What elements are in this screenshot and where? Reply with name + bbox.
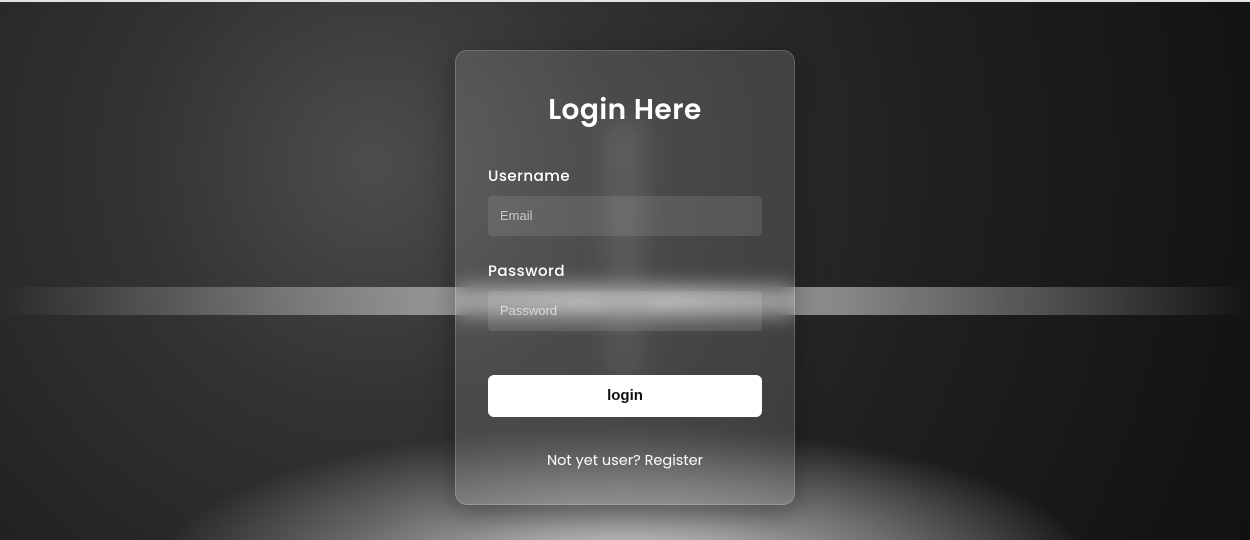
login-button[interactable]: login xyxy=(488,375,762,417)
username-label: Username xyxy=(488,165,762,188)
register-link[interactable]: Register xyxy=(645,451,703,471)
register-prompt: Not yet user? xyxy=(547,451,645,471)
page-background: Login Here Username Password login Not y… xyxy=(0,0,1250,540)
password-label: Password xyxy=(488,260,762,283)
password-input[interactable] xyxy=(488,291,762,331)
register-row: Not yet user? Register xyxy=(488,451,762,472)
login-title: Login Here xyxy=(488,89,762,131)
username-input[interactable] xyxy=(488,196,762,236)
login-card: Login Here Username Password login Not y… xyxy=(455,50,795,505)
